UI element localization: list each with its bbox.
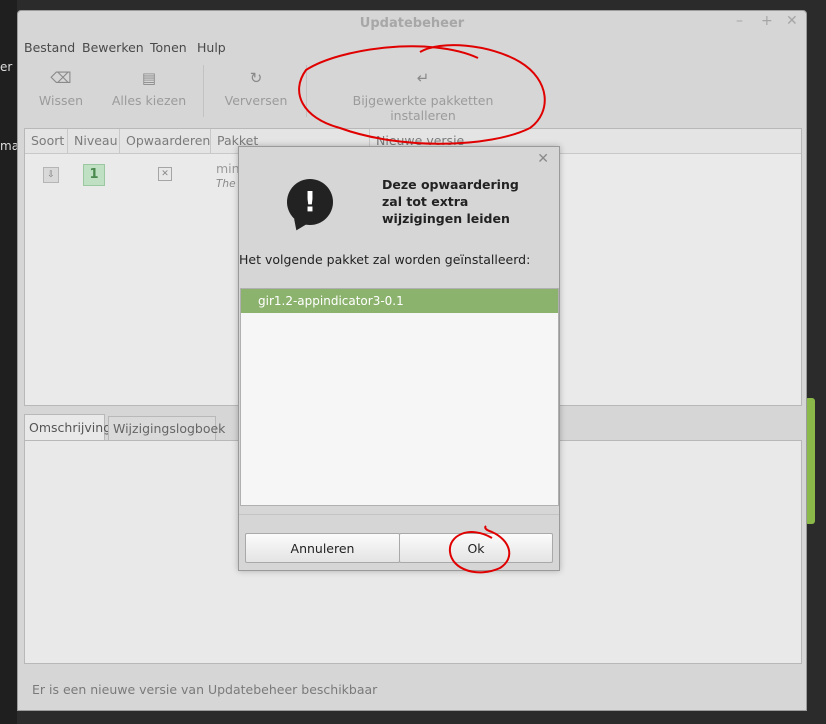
menu-bestand[interactable]: Bestand — [24, 39, 75, 57]
titlebar[interactable]: Updatebeheer – + ✕ — [18, 11, 806, 37]
refresh-label: Verversen — [224, 93, 288, 108]
install-label: Bijgewerkte pakketten installeren — [352, 93, 494, 123]
toolbar: ⌫ Wissen ▤ Alles kiezen ↻ Verversen ↵ Bi… — [18, 61, 806, 127]
cancel-button[interactable]: Annuleren — [245, 533, 400, 563]
clear-icon: ⌫ — [50, 69, 72, 87]
refresh-icon: ↻ — [249, 69, 263, 87]
background-text-fragment: er — [0, 60, 13, 74]
package-type-icon: ⇩ — [43, 167, 59, 183]
install-updates-button[interactable]: ↵ Bijgewerkte pakketten installeren — [325, 69, 521, 123]
upgrade-checkbox[interactable]: ✕ — [158, 167, 172, 181]
column-header-upgrade[interactable]: Opwaarderen — [120, 129, 211, 153]
warning-icon: ! — [287, 179, 333, 225]
select-all-label: Alles kiezen — [111, 93, 187, 108]
dialog-heading: Deze opwaardering zal tot extra wijzigin… — [382, 177, 519, 226]
dialog-package-list[interactable]: gir1.2-appindicator3-0.1 — [240, 288, 559, 506]
toolbar-separator — [306, 65, 307, 117]
select-all-button[interactable]: ▤ Alles kiezen — [111, 69, 187, 108]
desktop-background — [0, 0, 17, 724]
refresh-button[interactable]: ↻ Verversen — [223, 69, 289, 108]
close-button[interactable]: ✕ — [786, 13, 798, 29]
column-header-type[interactable]: Soort — [25, 129, 68, 153]
extra-changes-dialog: ✕ ! Deze opwaardering zal tot extra wijz… — [238, 146, 560, 571]
menu-bewerken[interactable]: Bewerken — [82, 39, 144, 57]
ok-button[interactable]: Ok — [399, 533, 553, 563]
dialog-close-button[interactable]: ✕ — [537, 151, 549, 167]
clear-label: Wissen — [38, 93, 84, 108]
dialog-separator — [239, 514, 559, 515]
menu-tonen[interactable]: Tonen — [150, 39, 187, 57]
toolbar-separator — [203, 65, 204, 117]
select-all-icon: ▤ — [141, 69, 157, 87]
tab-description[interactable]: Omschrijving — [24, 414, 111, 441]
status-text: Er is een nieuwe versie van Updatebeheer… — [32, 682, 378, 697]
tab-changelog[interactable]: Wijzigingslogboek — [108, 416, 225, 440]
minimize-button[interactable]: – — [736, 13, 743, 29]
dialog-message: Het volgende pakket zal worden geïnstall… — [239, 252, 531, 267]
window-title: Updatebeheer — [359, 16, 465, 31]
clear-button[interactable]: ⌫ Wissen — [36, 69, 86, 108]
level-badge: 1 — [83, 164, 105, 186]
maximize-button[interactable]: + — [761, 13, 773, 29]
install-icon: ↵ — [416, 69, 430, 87]
column-header-level[interactable]: Niveau — [68, 129, 120, 153]
list-item[interactable]: gir1.2-appindicator3-0.1 — [241, 289, 558, 313]
menu-hulp[interactable]: Hulp — [197, 39, 226, 57]
